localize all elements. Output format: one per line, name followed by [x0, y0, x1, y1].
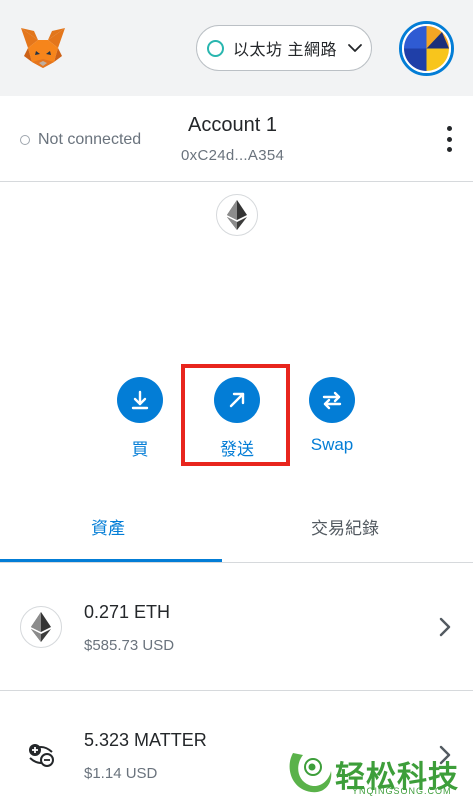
account-name[interactable]: Account 1: [188, 114, 277, 137]
asset-amount: 5.323 MATTER: [84, 730, 207, 750]
swap-arrows-icon: [309, 377, 355, 423]
tab-assets[interactable]: 資產: [91, 514, 125, 539]
identicon-icon: [402, 24, 451, 73]
download-icon: [117, 377, 163, 423]
account-options-menu-icon[interactable]: [442, 126, 456, 152]
buy-label: 買: [131, 440, 149, 459]
connection-status-label: Not connected: [38, 131, 142, 148]
network-selector[interactable]: 以太坊 主網路: [196, 25, 372, 71]
account-avatar[interactable]: [399, 21, 454, 76]
asset-row-eth[interactable]: 0.271 ETH $585.73 USD: [0, 564, 473, 691]
network-label: 以太坊 主網路: [233, 42, 337, 59]
status-dot-icon: [20, 135, 30, 145]
swap-label: Swap: [310, 435, 354, 454]
asset-amount: 0.271 ETH: [84, 602, 171, 622]
matter-token-icon: [20, 734, 62, 776]
asset-usd-value: $585.73 USD: [84, 637, 175, 654]
send-highlight-box: [181, 364, 290, 466]
tab-bar: [0, 495, 473, 563]
watermark-subtext: YNQINGSONG.COM: [352, 786, 452, 796]
active-tab-indicator: [0, 559, 222, 562]
account-address[interactable]: 0xC24d...A354: [181, 147, 284, 164]
metamask-fox-logo[interactable]: [18, 26, 68, 72]
connection-status[interactable]: Not connected: [20, 131, 141, 149]
tab-activity[interactable]: 交易紀錄: [311, 514, 379, 539]
chevron-down-icon: [348, 44, 362, 52]
ethereum-icon: [216, 194, 258, 236]
asset-usd-value: $1.14 USD: [84, 765, 158, 782]
chevron-right-icon: [439, 617, 451, 637]
swap-button[interactable]: Swap: [297, 377, 367, 455]
ethereum-icon: [20, 606, 62, 648]
buy-button[interactable]: 買: [105, 377, 175, 460]
network-status-icon: [207, 39, 224, 57]
